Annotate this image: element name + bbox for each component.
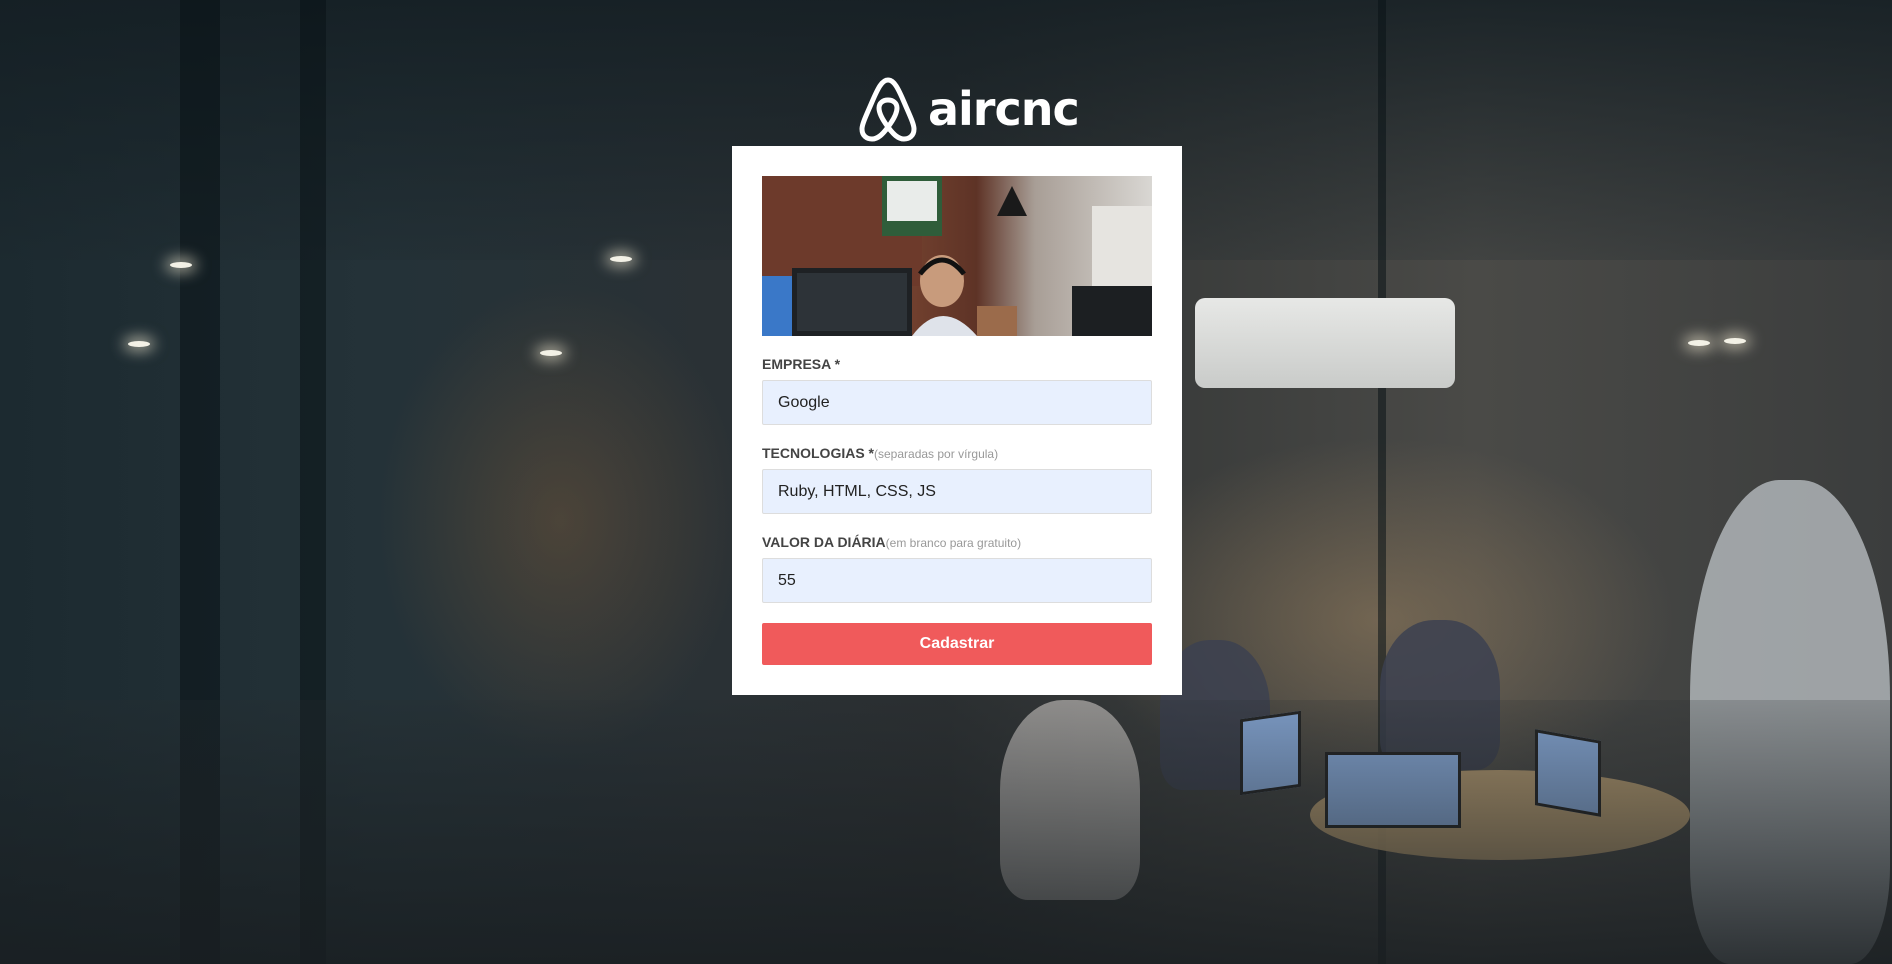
ceiling-light <box>1724 338 1746 344</box>
new-spot-form-card: EMPRESA * TECNOLOGIAS *(separadas por ví… <box>732 146 1182 695</box>
techs-input[interactable] <box>762 469 1152 514</box>
techs-hint: (separadas por vírgula) <box>874 447 999 461</box>
ceiling-light <box>1688 340 1710 346</box>
brand-logo: aircnc <box>858 76 1080 142</box>
price-label-text: VALOR DA DIÁRIA <box>762 534 886 550</box>
techs-label-text: TECNOLOGIAS * <box>762 445 875 461</box>
ceiling-light <box>610 256 632 262</box>
ceiling-light <box>170 262 192 268</box>
price-label: VALOR DA DIÁRIA(em branco para gratuito) <box>762 534 1021 550</box>
ceiling-light <box>128 341 150 347</box>
price-hint: (em branco para gratuito) <box>885 536 1022 550</box>
company-label: EMPRESA * <box>762 356 840 372</box>
airbnb-belo-icon <box>859 77 917 142</box>
submit-button[interactable]: Cadastrar <box>762 623 1152 665</box>
air-conditioner <box>1195 298 1455 388</box>
techs-label: TECNOLOGIAS *(separadas por vírgula) <box>762 445 998 461</box>
background-floor <box>0 700 1892 964</box>
brand-name: aircnc <box>928 82 1080 136</box>
thumbnail-preview[interactable] <box>762 176 1152 336</box>
company-input[interactable] <box>762 380 1152 425</box>
price-input[interactable] <box>762 558 1152 603</box>
company-label-text: EMPRESA * <box>762 356 841 372</box>
ceiling-light <box>540 350 562 356</box>
thumbnail-image <box>762 176 1152 336</box>
